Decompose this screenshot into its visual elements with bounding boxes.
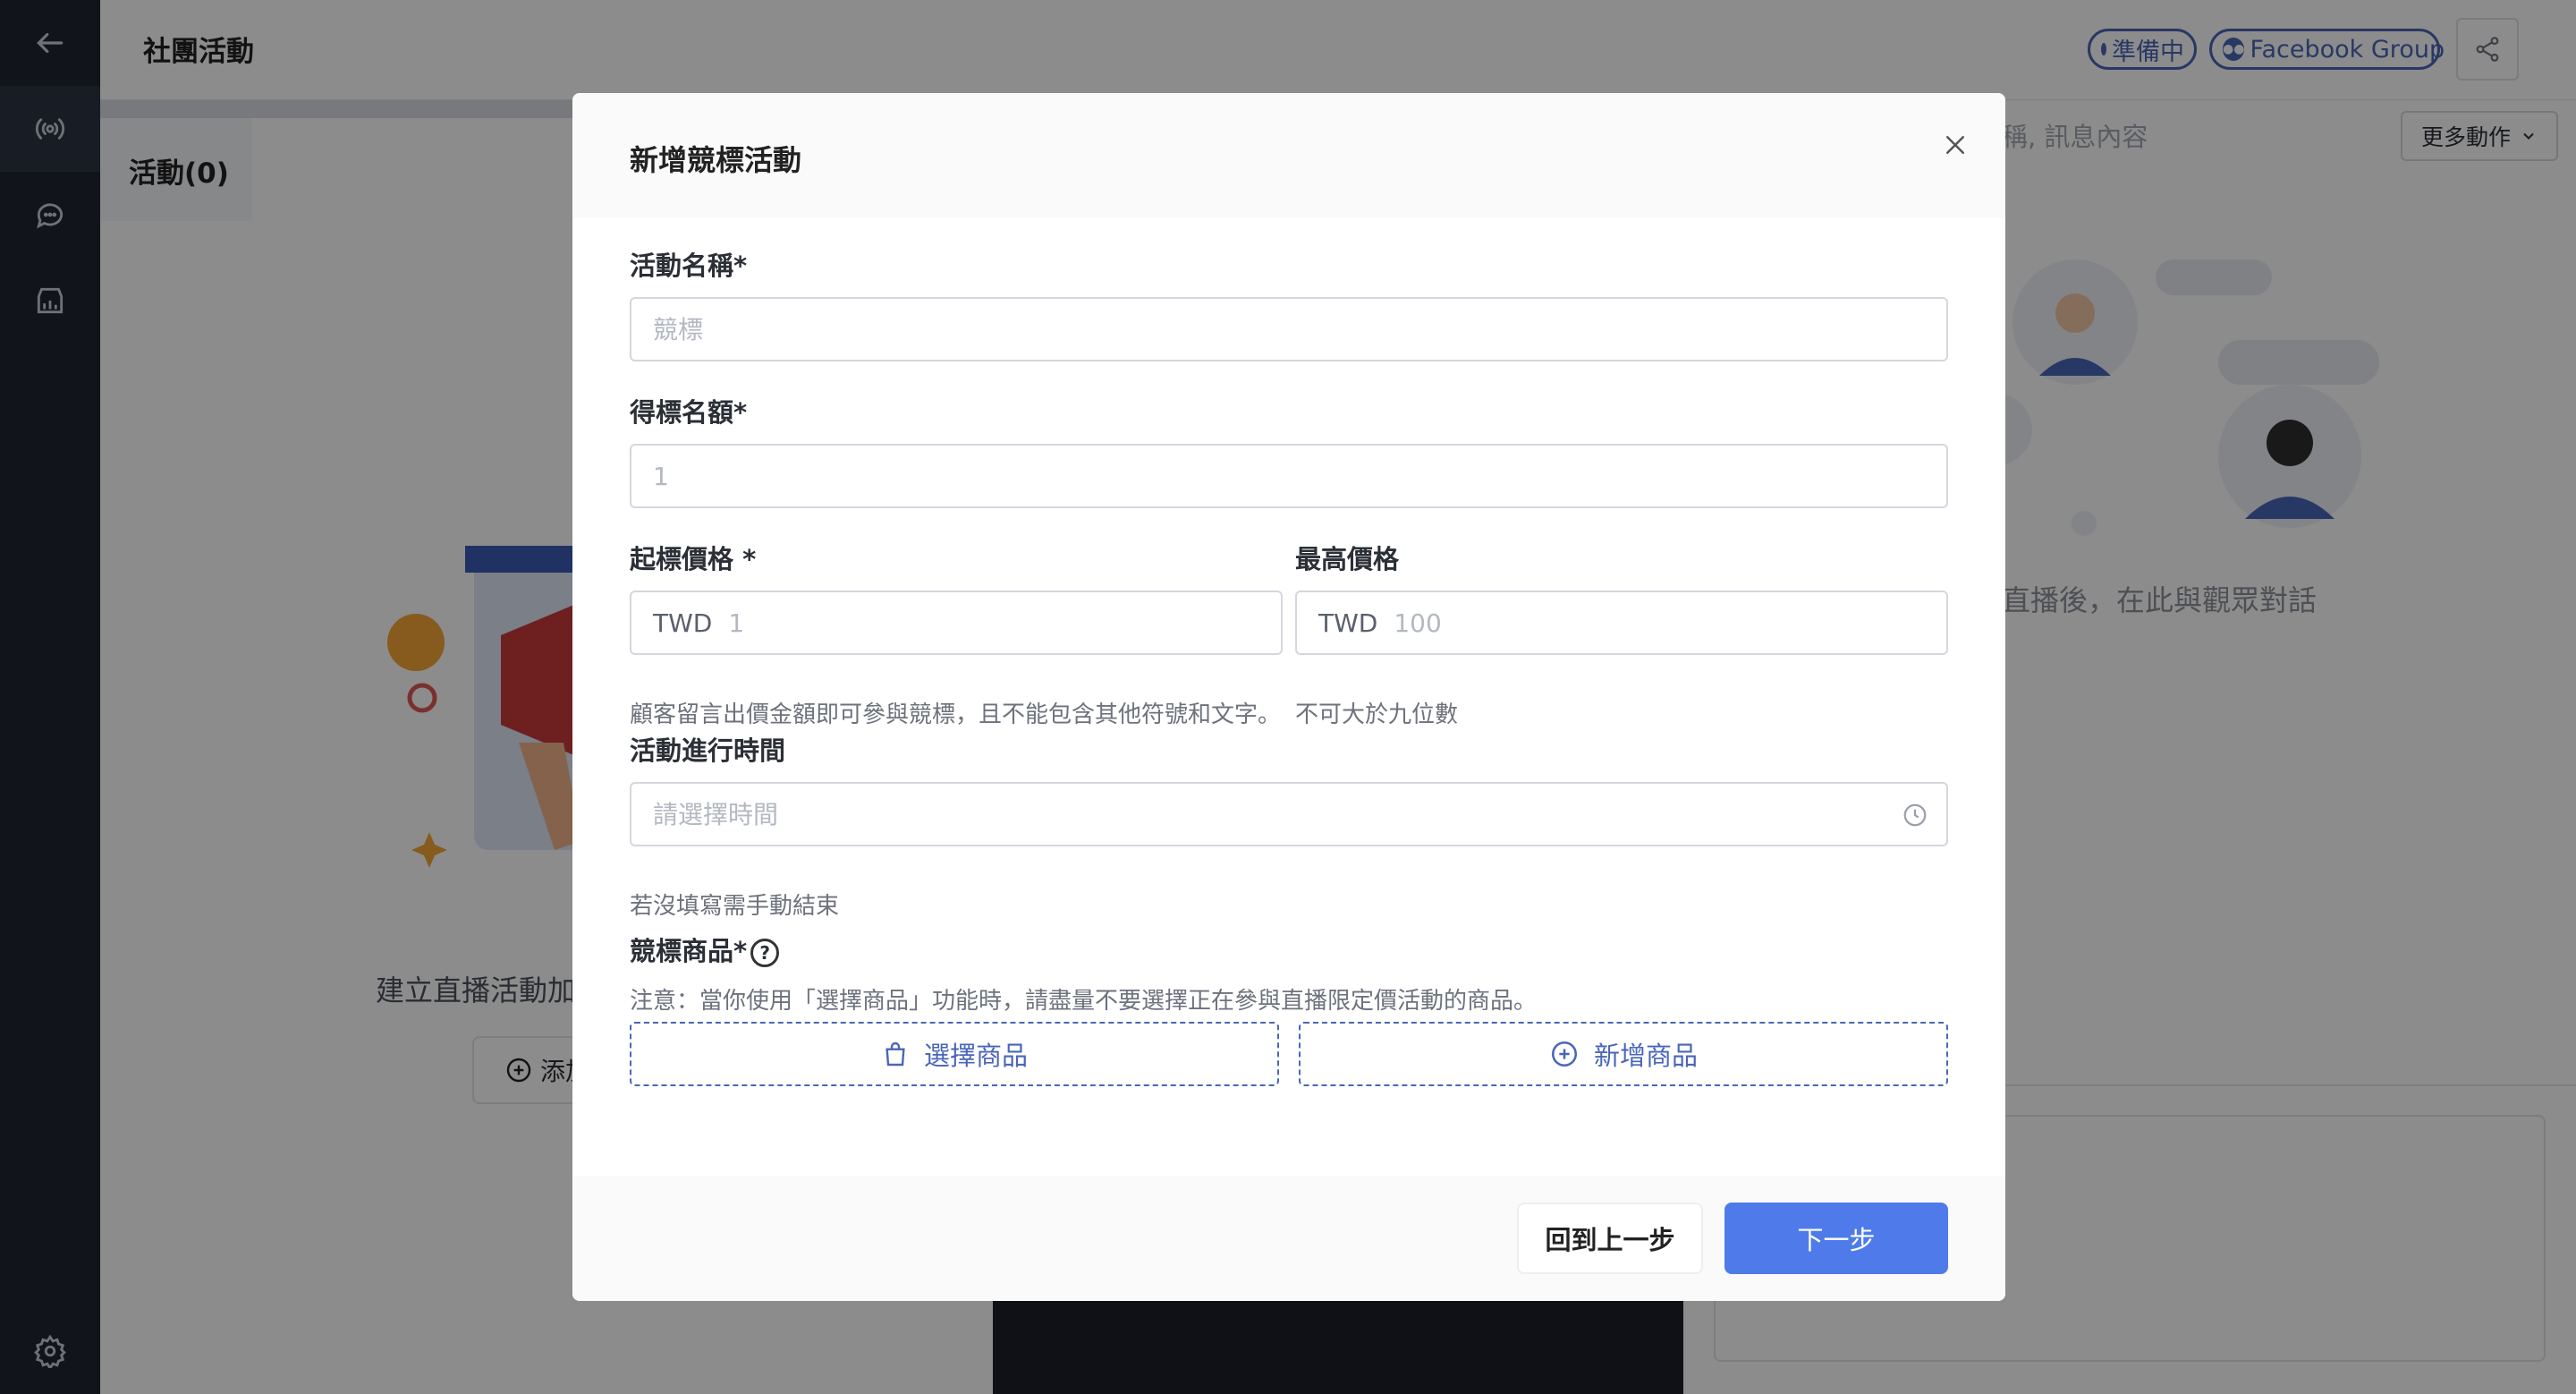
back-step-button[interactable]: 回到上一步 — [1517, 1203, 1703, 1274]
winner-count-label: 得標名額* — [630, 397, 748, 428]
modal-body: 活動名稱* 得標名額* 起標價格 * 最高價格 TWD TWD 顧客留言出價金額… — [572, 218, 2005, 1176]
shopping-bag-icon — [886, 1041, 905, 1067]
add-product-button[interactable]: 新增商品 — [1299, 1022, 1948, 1086]
select-product-label: 選擇商品 — [923, 1041, 1028, 1071]
start-price-input[interactable] — [728, 608, 1281, 638]
activity-name-field[interactable] — [630, 297, 1948, 361]
clock-icon — [1903, 803, 1927, 827]
max-price-hint: 不可大於九位數 — [1295, 701, 1459, 728]
bidding-product-label-text: 競標商品* — [630, 936, 748, 966]
start-price-field[interactable]: TWD — [630, 591, 1283, 655]
add-product-label: 新增商品 — [1593, 1041, 1698, 1071]
next-step-button[interactable]: 下一步 — [1724, 1203, 1948, 1274]
max-price-input[interactable] — [1394, 608, 1946, 638]
product-note: 注意：當你使用「選擇商品」功能時，請盡量不要選擇正在參與直播限定價活動的商品。 — [630, 988, 1538, 1015]
modal-title: 新增競標活動 — [630, 143, 802, 177]
bidding-product-label: 競標商品*? — [630, 931, 780, 968]
modal-footer: 回到上一步 下一步 — [572, 1176, 2005, 1301]
start-price-hint: 顧客留言出價金額即可參與競標，且不能包含其他符號和文字。 — [630, 701, 1282, 728]
winner-count-input[interactable] — [653, 461, 1946, 491]
max-price-currency: TWD — [1318, 608, 1378, 638]
help-icon[interactable]: ? — [750, 939, 780, 967]
activity-name-label: 活動名稱* — [630, 251, 748, 281]
winner-count-field[interactable] — [630, 444, 1948, 508]
create-bidding-modal: 新增競標活動 活動名稱* 得標名額* 起標價格 * 最高價格 TWD TWD 顧… — [572, 93, 2005, 1301]
select-product-button[interactable]: 選擇商品 — [630, 1022, 1279, 1086]
close-button[interactable] — [1937, 127, 1973, 163]
activity-name-input[interactable] — [653, 314, 1946, 344]
max-price-label: 最高價格 — [1295, 544, 1400, 574]
duration-hint: 若沒填寫需手動結束 — [630, 893, 840, 920]
duration-label: 活動進行時間 — [630, 735, 786, 766]
start-price-currency: TWD — [653, 608, 713, 638]
max-price-field[interactable]: TWD — [1295, 591, 1948, 655]
modal-header: 新增競標活動 — [572, 93, 2005, 218]
duration-picker[interactable] — [630, 782, 1948, 846]
close-icon — [1946, 136, 1964, 154]
duration-input[interactable] — [653, 799, 1946, 829]
start-price-label: 起標價格 * — [630, 544, 757, 574]
plus-circle-icon — [1551, 1041, 1578, 1067]
